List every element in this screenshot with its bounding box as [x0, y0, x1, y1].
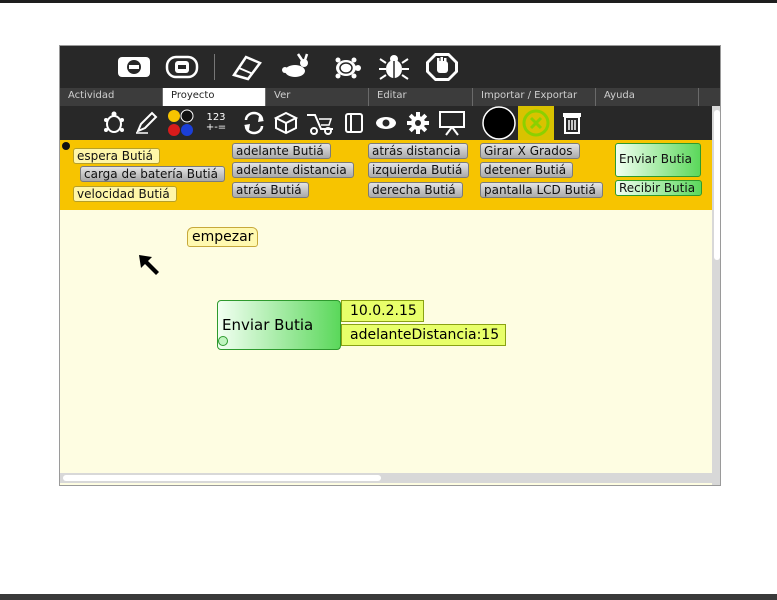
horizontal-scrollbar[interactable] — [60, 473, 712, 483]
block-carga-bateria-butia[interactable]: carga de batería Butiá — [80, 166, 225, 182]
command-argument[interactable]: adelanteDistancia:15 — [341, 324, 507, 346]
tab-ayuda[interactable]: Ayuda — [596, 88, 699, 106]
start-block[interactable]: empezar — [187, 227, 259, 247]
trash-icon[interactable] — [558, 109, 586, 137]
block-adelante-butia[interactable]: adelante Butiá — [232, 143, 331, 159]
gear-icon[interactable] — [404, 109, 432, 137]
block-izquierda-butia[interactable]: izquierda Butiá — [368, 162, 470, 178]
tab-editar[interactable]: Editar — [369, 88, 473, 106]
block-adelante-distancia[interactable]: adelante distancia — [232, 162, 354, 178]
tab-importar-exportar[interactable]: Importar / Exportar — [473, 88, 596, 106]
presentation-icon[interactable] — [436, 109, 468, 137]
block-enviar-butia[interactable]: Enviar Butia — [615, 143, 701, 177]
tab-actividad[interactable]: Actividad — [60, 88, 163, 106]
turtle-arrow-icon — [138, 254, 160, 280]
eraser-icon[interactable] — [228, 51, 264, 83]
expand-icon[interactable] — [218, 336, 228, 346]
tab-bar: Actividad Proyecto Ver Editar Importar /… — [60, 88, 720, 106]
block-atras-butia[interactable]: atrás Butiá — [232, 182, 309, 198]
screen-top-border — [0, 0, 777, 3]
pen-palette-icon[interactable] — [132, 109, 160, 137]
turtle-step-icon[interactable] — [328, 51, 364, 83]
block-atras-distancia[interactable]: atrás distancia — [368, 143, 468, 159]
eye-icon[interactable] — [372, 109, 400, 137]
tab-proyecto[interactable]: Proyecto — [163, 88, 266, 106]
screen-bottom-border — [0, 594, 777, 600]
ops-label: +-= — [205, 122, 227, 133]
block-pantalla-lcd-butia[interactable]: pantalla LCD Butiá — [480, 182, 603, 198]
numbers-palette-icon[interactable]: 123 +-= — [202, 109, 230, 137]
sensors-palette-icon[interactable] — [304, 109, 336, 137]
bug-debug-icon[interactable] — [376, 51, 412, 83]
turtle-palette-icon[interactable] — [100, 109, 128, 137]
block-espera-butia[interactable]: espera Butiá — [73, 148, 160, 164]
block-derecha-butia[interactable]: derecha Butiá — [368, 182, 463, 198]
butia-block-palette: espera Butiá carga de batería Butiá velo… — [60, 140, 712, 210]
colors-palette-icon[interactable] — [164, 109, 198, 137]
black-circle-icon[interactable] — [482, 106, 516, 140]
block-girar-x-grados[interactable]: Girar X Grados — [480, 143, 580, 159]
tab-ver[interactable]: Ver — [266, 88, 369, 106]
stop-icon[interactable] — [116, 51, 152, 83]
ip-argument[interactable]: 10.0.2.15 — [341, 300, 424, 322]
block-velocidad-butia[interactable]: velocidad Butiá — [73, 186, 177, 202]
butia-palette-icon[interactable] — [518, 106, 554, 140]
fullscreen-icon[interactable] — [164, 51, 200, 83]
flow-palette-icon[interactable] — [240, 109, 268, 137]
main-toolbar — [60, 46, 720, 88]
blocks-palette-icon[interactable] — [272, 109, 300, 137]
palette-collapse-icon[interactable] — [62, 142, 70, 150]
block-recibir-butia[interactable]: Recibir Butia — [615, 180, 703, 196]
toolbar-separator — [214, 54, 215, 80]
media-palette-icon[interactable] — [340, 109, 368, 137]
send-butia-block[interactable]: Enviar Butia — [217, 300, 341, 350]
turtleblocks-window: Actividad Proyecto Ver Editar Importar /… — [59, 45, 721, 486]
rabbit-run-icon[interactable] — [278, 51, 314, 83]
vertical-scrollbar[interactable] — [712, 106, 720, 485]
block-detener-butia[interactable]: detener Butiá — [480, 162, 574, 178]
palette-toolbar: 123 +-= — [60, 106, 720, 140]
stop-hand-icon[interactable] — [424, 51, 460, 83]
